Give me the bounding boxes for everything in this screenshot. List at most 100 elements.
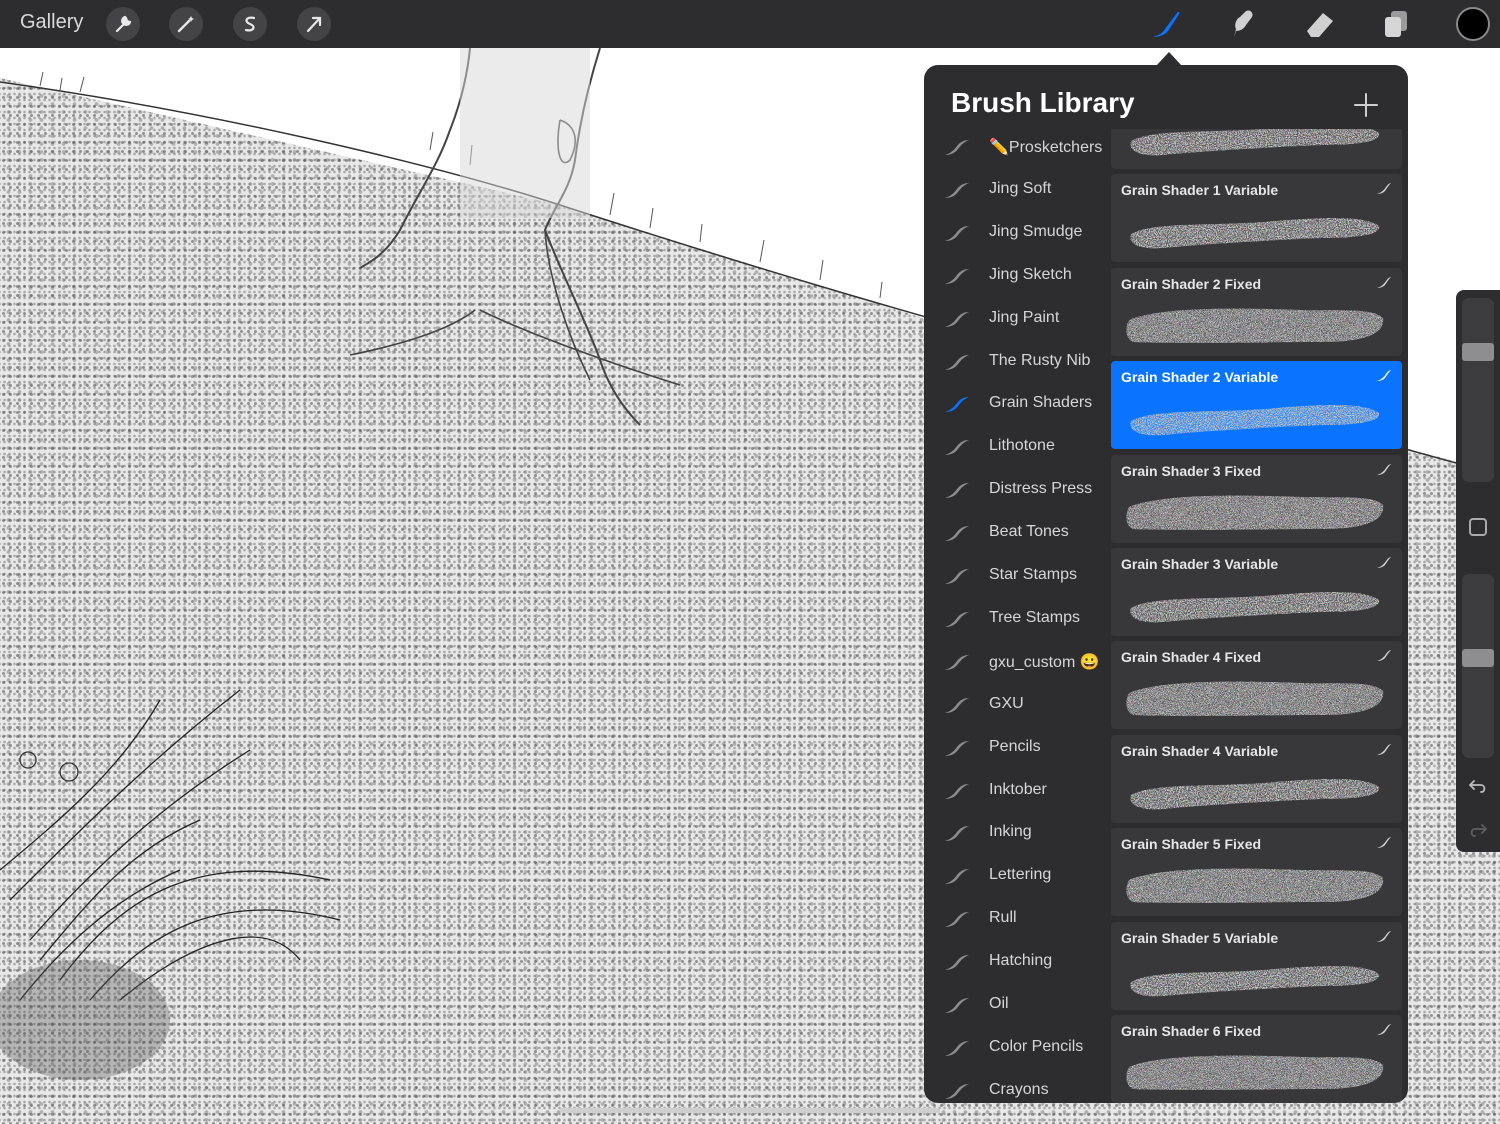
brush-set-item[interactable]: Pencils xyxy=(924,729,1110,769)
brush-set-icon xyxy=(945,654,969,670)
smudge-tool-button[interactable] xyxy=(1225,6,1261,42)
brush-stroke-preview xyxy=(1126,495,1384,530)
gallery-button[interactable]: Gallery xyxy=(20,11,83,34)
layers-button[interactable] xyxy=(1378,6,1414,42)
transform-arrow-icon xyxy=(306,16,322,33)
brush-type-icon xyxy=(1377,463,1391,475)
brush-set-item[interactable]: Inktober xyxy=(924,772,1110,812)
brush-card[interactable]: Grain Shader 6 Fixed xyxy=(1111,1015,1402,1103)
brush-set-item[interactable]: Jing Paint xyxy=(924,300,1110,340)
undo-icon[interactable] xyxy=(1468,776,1488,796)
brush-set-icon xyxy=(945,611,969,627)
brush-set-item[interactable]: Jing Soft xyxy=(924,171,1110,211)
brush-set-icon xyxy=(945,955,969,971)
brush-type-icon xyxy=(1377,557,1391,568)
actions-button[interactable] xyxy=(106,7,140,41)
brush-set-icon xyxy=(945,526,969,542)
brush-set-item[interactable]: Color Pencils xyxy=(924,1029,1110,1069)
brush-set-label: GXU xyxy=(989,694,1024,712)
brush-card[interactable]: Grain Shader 5 Fixed xyxy=(1111,828,1402,917)
plus-icon[interactable] xyxy=(1352,91,1380,119)
brush-card[interactable]: Grain Shader 2 Fixed xyxy=(1111,267,1402,356)
selection-button[interactable] xyxy=(233,7,267,41)
brush-card[interactable]: Grain Shader 5 Variable xyxy=(1111,921,1402,1010)
brush-name: Grain Shader 3 Fixed xyxy=(1121,462,1262,479)
brush-size-thumb[interactable] xyxy=(1462,343,1494,361)
brush-size-slider[interactable] xyxy=(1462,298,1494,482)
brush-set-icon xyxy=(945,354,969,370)
brush-set-icon xyxy=(945,740,969,756)
brush-name: Grain Shader 5 Fixed xyxy=(1121,836,1262,853)
brush-set-icon xyxy=(945,912,969,928)
side-slider-bar xyxy=(1456,290,1500,852)
brush-set-item[interactable]: Distress Press xyxy=(924,471,1110,511)
brush-set-label: Color Pencils xyxy=(989,1037,1084,1055)
brush-set-item[interactable]: Beat Tones xyxy=(924,514,1110,554)
brush-set-item[interactable]: Lettering xyxy=(924,857,1110,897)
home-indicator xyxy=(560,1108,940,1113)
brush-type-icon xyxy=(1377,276,1391,288)
top-toolbar: Gallery xyxy=(0,0,1500,48)
brush-set-label: Rull xyxy=(989,909,1017,927)
brush-type-icon xyxy=(1377,650,1391,662)
brush-card[interactable] xyxy=(1111,129,1402,169)
brush-stroke-preview xyxy=(1130,218,1380,249)
brush-set-icon xyxy=(945,998,969,1013)
brush-set-item[interactable]: Inking xyxy=(924,814,1110,854)
modify-square-icon[interactable] xyxy=(1469,518,1487,536)
opacity-thumb[interactable] xyxy=(1462,649,1494,667)
brush-type-icon xyxy=(1377,930,1391,942)
brush-set-item[interactable]: The Rusty Nib xyxy=(924,343,1110,383)
brush-tool-button[interactable] xyxy=(1148,6,1184,42)
brush-set-item[interactable]: gxu_custom 😀 xyxy=(924,643,1110,683)
brush-card[interactable]: Grain Shader 3 Fixed xyxy=(1111,454,1402,543)
brush-card[interactable]: Grain Shader 4 Variable xyxy=(1111,734,1402,823)
brush-set-icon xyxy=(945,182,969,198)
brush-set-icon xyxy=(945,697,969,713)
opacity-slider[interactable] xyxy=(1462,574,1494,758)
brush-set-icon xyxy=(945,483,969,499)
brush-stroke-preview xyxy=(1126,681,1384,717)
brush-set-item[interactable]: GXU xyxy=(924,686,1110,726)
brush-set-item[interactable]: Grain Shaders xyxy=(924,385,1110,425)
brush-name: Grain Shader 3 Variable xyxy=(1121,556,1279,572)
redo-icon[interactable] xyxy=(1468,820,1488,840)
brush-card[interactable]: Grain Shader 4 Fixed xyxy=(1111,641,1402,730)
brush-card[interactable]: Grain Shader 3 Variable xyxy=(1111,548,1402,636)
brush-set-label: ✏️Prosketchers xyxy=(989,139,1103,156)
brush-set-item[interactable]: Rull xyxy=(924,900,1110,940)
transform-button[interactable] xyxy=(297,7,331,41)
eraser-tool-button[interactable] xyxy=(1302,6,1338,42)
brush-set-icon xyxy=(945,311,969,327)
brush-set-label: Inking xyxy=(989,823,1032,841)
brush-card[interactable]: Grain Shader 2 Variable xyxy=(1111,361,1402,450)
brush-set-item[interactable]: Tree Stamps xyxy=(924,600,1110,640)
brushes-list: Grain Shader 1 Variable Grain Shader 2 Fi… xyxy=(1111,129,1402,1103)
brush-set-label: Lettering xyxy=(989,866,1052,884)
brush-name: Grain Shader 4 Fixed xyxy=(1121,649,1262,666)
smudge-icon xyxy=(1234,10,1253,37)
brush-type-icon xyxy=(1377,370,1391,382)
brush-set-label: Oil xyxy=(989,995,1009,1012)
brush-set-item[interactable]: Star Stamps xyxy=(924,557,1110,597)
brush-library-panel: Brush Library ✏️Prosketchers Jing Soft Jin… xyxy=(924,65,1408,1103)
brush-name: Grain Shader 4 Variable xyxy=(1121,742,1279,759)
brush-set-item[interactable]: Jing Smudge xyxy=(924,214,1110,254)
brush-set-icon xyxy=(945,140,969,155)
brush-set-label: Star Stamps xyxy=(989,566,1078,583)
brush-set-item[interactable]: Jing Sketch xyxy=(924,257,1110,297)
brush-set-item[interactable]: Hatching xyxy=(924,943,1110,983)
brush-set-label: Grain Shaders xyxy=(989,394,1093,412)
brush-set-label: Inktober xyxy=(989,780,1047,798)
brush-name: Grain Shader 2 Variable xyxy=(1121,369,1279,386)
adjustments-button[interactable] xyxy=(169,7,203,41)
brush-type-icon xyxy=(1377,743,1391,755)
brush-set-item[interactable]: Oil xyxy=(924,986,1110,1026)
color-picker-button[interactable] xyxy=(1456,7,1490,41)
brush-set-label: Tree Stamps xyxy=(989,608,1080,626)
brush-set-item[interactable]: ✏️Prosketchers xyxy=(924,129,1110,168)
brush-set-item[interactable]: Crayons xyxy=(924,1072,1110,1103)
brush-card[interactable]: Grain Shader 1 Variable xyxy=(1111,174,1402,263)
brush-name: Grain Shader 1 Variable xyxy=(1121,182,1279,199)
brush-set-item[interactable]: Lithotone xyxy=(924,428,1110,468)
